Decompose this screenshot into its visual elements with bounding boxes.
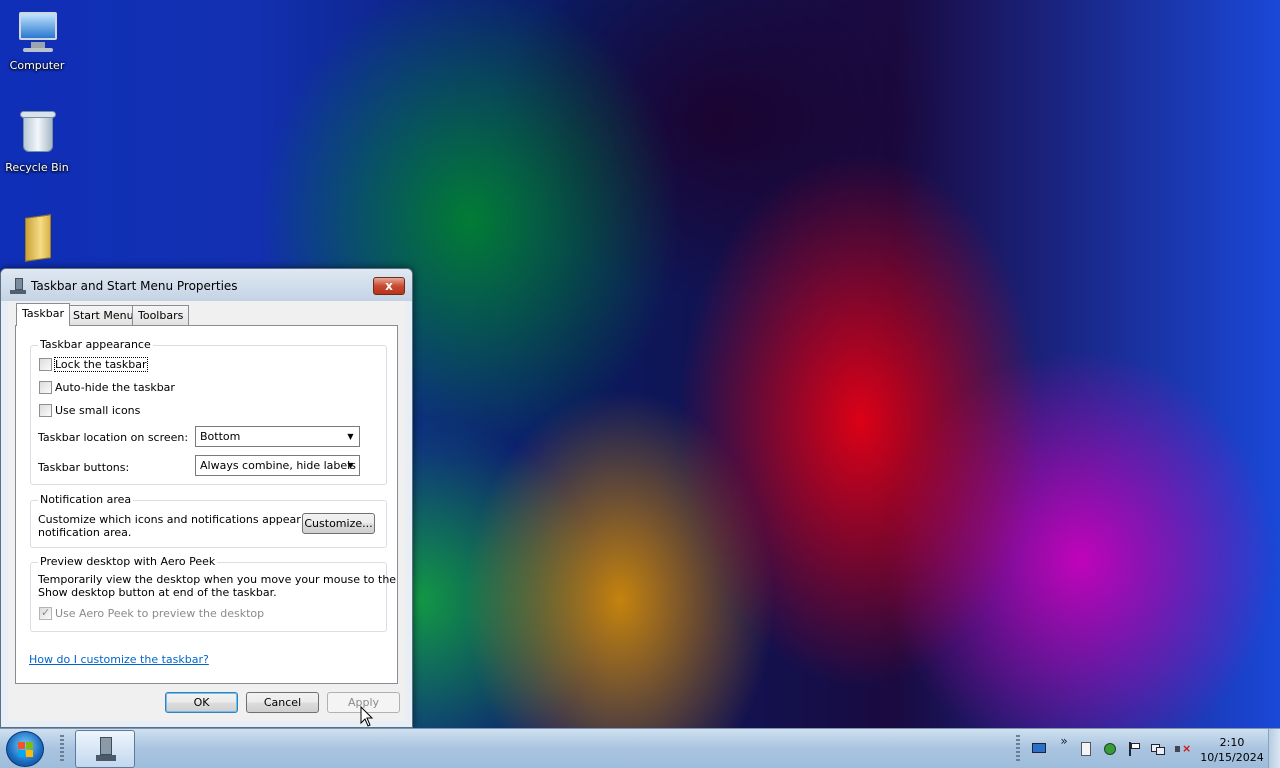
folder-icon: [13, 214, 61, 262]
notification-description-line2: notification area.: [38, 526, 132, 539]
tab-panel-taskbar: Taskbar appearance Lock the taskbar Auto…: [15, 325, 398, 684]
group-aero-peek: Preview desktop with Aero Peek Temporari…: [30, 555, 396, 632]
tab-toolbars[interactable]: Toolbars: [132, 305, 190, 325]
windows-logo-icon: [18, 742, 34, 758]
aero-peek-description-line1: Temporarily view the desktop when you mo…: [38, 573, 397, 586]
start-button[interactable]: [6, 731, 44, 767]
taskbar-buttons-select[interactable]: Always combine, hide labels ▼: [195, 455, 360, 476]
lock-taskbar-label[interactable]: Lock the taskbar: [54, 357, 148, 372]
chevron-overflow-icon[interactable]: »: [1056, 733, 1072, 749]
group-notification-area: Notification area Customize which icons …: [30, 493, 387, 548]
group-title: Notification area: [38, 493, 134, 506]
group-taskbar-appearance: Taskbar appearance Lock the taskbar Auto…: [30, 338, 387, 485]
taskbar-button-taskbar-properties[interactable]: [75, 730, 135, 768]
security-icon[interactable]: [1102, 741, 1118, 757]
close-button[interactable]: x: [373, 277, 405, 295]
taskbar-properties-icon: [96, 737, 116, 763]
taskbar-location-value: Bottom: [200, 430, 241, 443]
ok-button[interactable]: OK: [165, 692, 238, 713]
taskbar-buttons-value: Always combine, hide labels: [200, 459, 356, 472]
close-icon: x: [385, 279, 393, 293]
network-icon[interactable]: [1150, 741, 1166, 757]
desktop-icon-label: Recycle Bin: [5, 161, 69, 174]
tray-grip[interactable]: [1016, 735, 1020, 763]
chevron-down-icon: ▼: [347, 461, 354, 470]
recycle-bin-icon: [13, 110, 61, 158]
tab-taskbar[interactable]: Taskbar: [16, 303, 70, 326]
aero-peek-description-line2: Show desktop button at end of the taskba…: [38, 586, 277, 599]
document-icon[interactable]: [1078, 741, 1094, 757]
system-clock[interactable]: 2:10 10/15/2024: [1196, 735, 1268, 765]
dialog-client: Taskbar Start Menu Toolbars Taskbar appe…: [8, 301, 406, 721]
location-label: Taskbar location on screen:: [38, 431, 189, 444]
tab-start-menu[interactable]: Start Menu: [67, 305, 140, 325]
taskbar-location-select[interactable]: Bottom ▼: [195, 426, 360, 447]
lock-taskbar-checkbox[interactable]: [39, 358, 52, 371]
notification-description-line1: Customize which icons and notifications …: [38, 513, 336, 526]
customize-button[interactable]: Customize...: [302, 513, 375, 534]
cancel-button[interactable]: Cancel: [246, 692, 319, 713]
small-icons-checkbox[interactable]: [39, 404, 52, 417]
monitor-icon[interactable]: [1031, 741, 1047, 757]
group-title: Preview desktop with Aero Peek: [38, 555, 218, 568]
auto-hide-label[interactable]: Auto-hide the taskbar: [55, 381, 175, 394]
dialog-titlebar[interactable]: Taskbar and Start Menu Properties x: [1, 269, 412, 301]
aero-peek-label[interactable]: Use Aero Peek to preview the desktop: [55, 607, 264, 620]
help-link[interactable]: How do I customize the taskbar?: [29, 653, 209, 666]
show-desktop-button[interactable]: [1268, 729, 1280, 768]
taskbar-properties-icon: [10, 278, 26, 294]
mouse-cursor-icon: [360, 706, 374, 727]
taskbar-properties-dialog: Taskbar and Start Menu Properties x Task…: [0, 268, 413, 728]
clock-time: 2:10: [1219, 736, 1245, 749]
desktop-icon-recycle-bin[interactable]: Recycle Bin: [4, 110, 70, 174]
clock-date: 10/15/2024: [1200, 751, 1264, 764]
computer-icon: [13, 8, 61, 56]
dialog-title: Taskbar and Start Menu Properties: [31, 279, 238, 293]
aero-peek-checkbox[interactable]: [39, 606, 52, 620]
desktop-icon-folder[interactable]: [4, 214, 70, 265]
chevron-down-icon: ▼: [347, 432, 354, 441]
small-icons-label[interactable]: Use small icons: [55, 404, 140, 417]
taskbar-grip[interactable]: [60, 735, 64, 763]
desktop-icon-computer[interactable]: Computer: [4, 8, 70, 72]
group-title: Taskbar appearance: [38, 338, 153, 351]
auto-hide-checkbox[interactable]: [39, 381, 52, 394]
taskbar: » × 2:10 10/15/2024: [0, 728, 1280, 768]
taskbar-buttons-label: Taskbar buttons:: [38, 461, 130, 474]
action-center-flag-icon[interactable]: [1126, 741, 1142, 757]
desktop-icon-label: Computer: [9, 59, 65, 72]
volume-muted-icon[interactable]: ×: [1174, 741, 1191, 757]
